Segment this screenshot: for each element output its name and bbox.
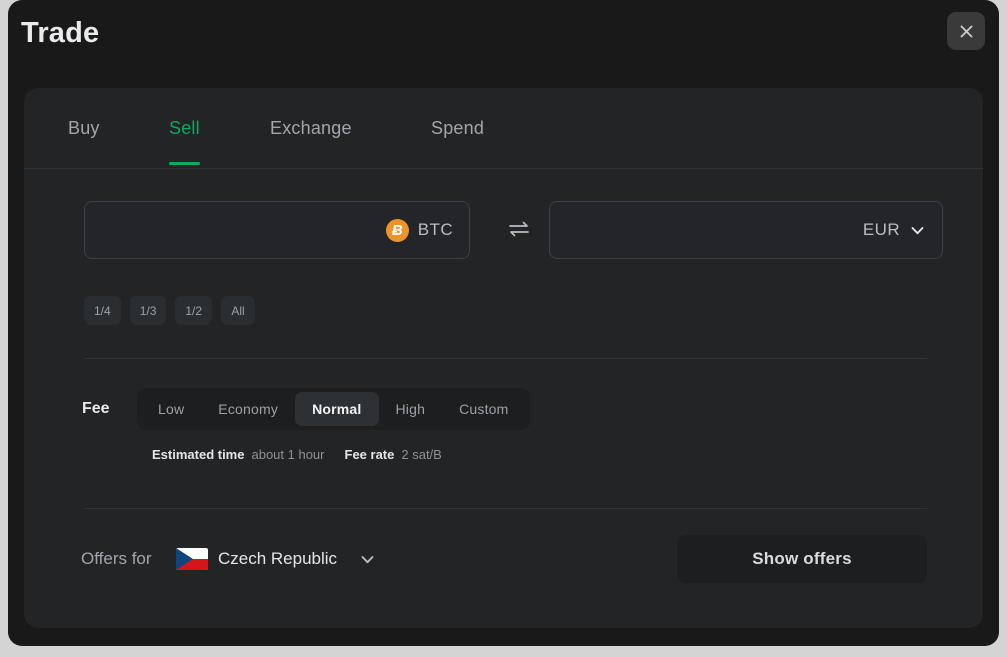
currency-code-from: BTC xyxy=(417,220,453,239)
fee-meta: Estimated time about 1 hour Fee rate 2 s… xyxy=(152,447,442,462)
bitcoin-icon: Ƀ xyxy=(385,218,409,242)
swap-currencies-button[interactable] xyxy=(503,215,535,245)
amount-field-to: EUR xyxy=(549,201,943,259)
estimated-time-label: Estimated time xyxy=(152,447,245,462)
fraction-button-third[interactable]: 1/3 xyxy=(129,296,167,325)
trade-card: Buy Sell Exchange Spend Ƀ BTC EUR 1/4 1/… xyxy=(24,88,983,628)
offers-row: Offers for Czech Republic Show offers xyxy=(24,535,983,583)
fee-option-normal[interactable]: Normal xyxy=(295,392,379,426)
close-icon xyxy=(958,23,975,40)
fee-rate-value: 2 sat/B xyxy=(401,447,442,462)
fee-option-custom[interactable]: Custom xyxy=(442,392,525,426)
page-title: Trade xyxy=(21,17,100,49)
fee-label: Fee xyxy=(82,400,110,417)
fraction-button-all[interactable]: All xyxy=(221,296,256,325)
fee-option-economy[interactable]: Economy xyxy=(201,392,295,426)
close-button[interactable] xyxy=(947,12,985,50)
currency-selector-fiat[interactable]: EUR xyxy=(863,220,942,240)
fee-segmented-control: Low Economy Normal High Custom xyxy=(137,388,530,430)
chevron-down-icon xyxy=(909,222,926,239)
fee-option-high[interactable]: High xyxy=(379,392,443,426)
trade-modal: Trade Buy Sell Exchange Spend Ƀ BTC EUR … xyxy=(8,0,999,646)
swap-arrows-icon xyxy=(507,219,531,242)
fraction-button-half[interactable]: 1/2 xyxy=(175,296,213,325)
country-name: Czech Republic xyxy=(218,549,338,568)
divider-bottom xyxy=(84,508,927,509)
modal-header: Trade xyxy=(8,0,999,88)
amount-input-to[interactable] xyxy=(550,202,863,258)
tabs-bar: Buy Sell Exchange Spend xyxy=(24,88,983,169)
estimated-time-value: about 1 hour xyxy=(251,447,325,462)
currency-code-to: EUR xyxy=(862,220,900,239)
tab-sell[interactable]: Sell xyxy=(169,118,200,165)
amount-row: Ƀ BTC EUR xyxy=(24,201,983,263)
czech-republic-flag-icon xyxy=(176,548,208,570)
amount-field-from: Ƀ BTC xyxy=(84,201,470,259)
show-offers-button[interactable]: Show offers xyxy=(677,535,927,583)
chevron-down-icon xyxy=(359,551,376,568)
fraction-buttons: 1/4 1/3 1/2 All xyxy=(84,296,256,325)
amount-input-from[interactable] xyxy=(85,202,386,258)
currency-chip-btc[interactable]: Ƀ BTC xyxy=(385,218,469,242)
country-selector[interactable]: Czech Republic xyxy=(176,543,376,575)
fee-rate-label: Fee rate xyxy=(344,447,395,462)
fee-option-low[interactable]: Low xyxy=(141,392,201,426)
fraction-button-quarter[interactable]: 1/4 xyxy=(84,296,121,325)
divider-top xyxy=(84,358,927,359)
tab-spend[interactable]: Spend xyxy=(431,118,484,139)
tab-exchange[interactable]: Exchange xyxy=(270,118,352,139)
offers-for-label: Offers for xyxy=(81,549,152,568)
tab-buy[interactable]: Buy xyxy=(68,118,100,139)
